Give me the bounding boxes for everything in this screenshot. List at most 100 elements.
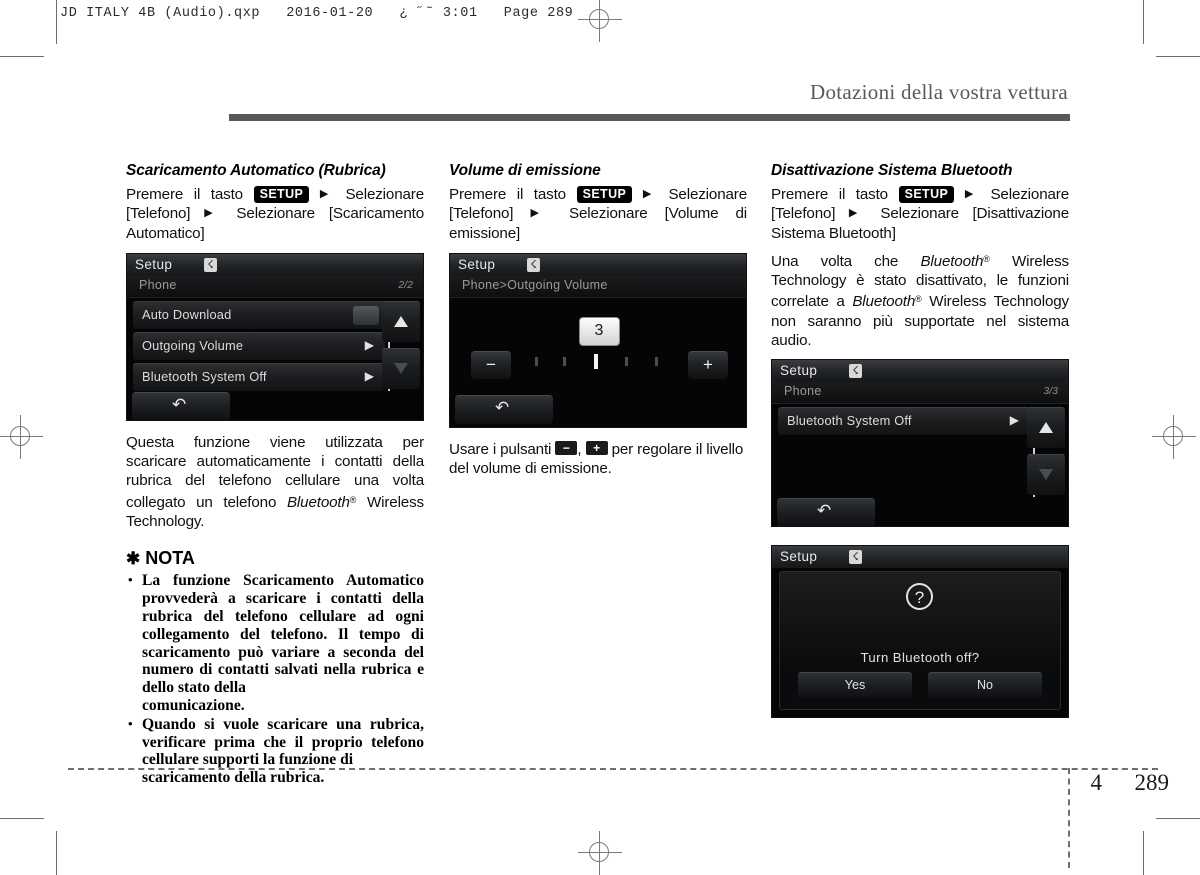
- list-item[interactable]: Bluetooth System Off ▶: [778, 407, 1030, 436]
- header-rule: [125, 114, 1070, 121]
- chevron-right-icon: ▶: [1009, 413, 1019, 428]
- scroll-up-button[interactable]: [1027, 407, 1065, 449]
- steps-pre-text: Premere il tasto: [126, 186, 243, 203]
- steps-pre-text: Premere il tasto: [771, 186, 888, 203]
- volume-tick: [563, 356, 566, 366]
- back-arrow-icon: ↶: [817, 501, 832, 521]
- crop-mark-bottom-left-h: [0, 818, 44, 819]
- back-button[interactable]: ↶: [132, 391, 230, 420]
- dialog-message: Turn Bluetooth off?: [860, 650, 980, 666]
- list-item[interactable]: Auto Download: [133, 300, 385, 329]
- column-right: Disattivazione Sistema Bluetooth Premere…: [771, 162, 1069, 719]
- instruction-steps-right: Premere il tasto SETUP ▶ Selezionare [Te…: [771, 185, 1069, 243]
- page-indicator: 2/2: [398, 278, 413, 291]
- minus-key-icon: −: [555, 440, 578, 455]
- registration-mark-right: [1152, 415, 1196, 459]
- dialog-yes-button[interactable]: Yes: [798, 672, 912, 699]
- breadcrumb: Phone: [784, 384, 822, 399]
- list-item: Quando si vuole scaricare una rubrica, v…: [126, 715, 424, 787]
- page-number: 289: [1134, 770, 1170, 795]
- dialog-no-button[interactable]: No: [928, 672, 1042, 699]
- nota-label: NOTA: [145, 548, 195, 569]
- crop-mark-top-left-h: [0, 56, 44, 57]
- dialog-panel: ? Turn Bluetooth off? Yes No: [779, 571, 1061, 711]
- volume-tick: [655, 356, 658, 366]
- list-item[interactable]: Bluetooth System Off ▶: [133, 362, 385, 391]
- list-item[interactable]: Outgoing Volume ▶: [133, 331, 385, 360]
- caption-separator: ,: [577, 440, 582, 458]
- back-arrow-icon: ↶: [495, 397, 510, 417]
- section-heading-outgoing-volume: Volume di emissione: [449, 162, 601, 179]
- volume-tick: [535, 356, 538, 366]
- registration-mark-left: [0, 415, 43, 459]
- page-indicator: 3/3: [1043, 385, 1058, 398]
- crop-mark-bottom-right-v: [1143, 831, 1144, 875]
- nota-item-text: La funzione Scaricamento Automatico prov…: [142, 572, 424, 697]
- footer-rule: [68, 768, 1158, 770]
- instruction-steps-left: Premere il tasto SETUP ▶ Selezionare [Te…: [126, 185, 424, 243]
- description-auto-download: Questa funzione viene utilizzata per sca…: [126, 433, 424, 531]
- step-arrow-icon: ▶: [964, 188, 980, 200]
- asterisk-icon: ✱: [126, 549, 141, 569]
- back-button[interactable]: ↶: [455, 394, 553, 424]
- caption-volume-buttons: Usare i pulsanti −, + per regolare il li…: [449, 440, 747, 479]
- bluetooth-wordmark-2: Bluetooth: [852, 293, 916, 311]
- list-item-label: Bluetooth System Off: [142, 368, 267, 384]
- bluetooth-wordmark: Bluetooth: [920, 252, 984, 270]
- nota-heading: ✱ NOTA: [126, 548, 424, 569]
- back-button[interactable]: ↶: [777, 498, 875, 527]
- scroll-down-icon: [394, 362, 408, 374]
- instruction-steps-middle: Premere il tasto SETUP ▶ Selezionare [Te…: [449, 185, 747, 243]
- plus-key-icon: +: [585, 440, 608, 455]
- crop-mark-top-right-v: [1143, 0, 1144, 44]
- screen-breadcrumb-bar: Phone 3/3: [772, 382, 1068, 405]
- scroll-down-button[interactable]: [382, 347, 420, 389]
- bluetooth-icon: ☇: [204, 257, 217, 272]
- description-bluetooth-off: Una volta che Bluetooth® Wireless Techno…: [771, 250, 1069, 350]
- column-middle: Volume di emissione Premere il tasto SET…: [449, 162, 747, 485]
- registration-mark-bottom: [578, 831, 622, 875]
- screen-title: Setup: [135, 256, 173, 272]
- section-heading-bluetooth-off: Disattivazione Sistema Bluetooth: [771, 162, 1013, 179]
- bluetooth-icon: ☇: [849, 550, 862, 565]
- back-arrow-icon: ↶: [172, 394, 187, 414]
- bluetooth-wordmark: Bluetooth: [286, 493, 350, 511]
- setup-key-badge: SETUP: [253, 186, 310, 203]
- bluetooth-icon: ☇: [849, 364, 862, 379]
- page-title: Dotazioni della vostra vettura: [810, 80, 1068, 104]
- screen-title: Setup: [780, 363, 818, 379]
- registered-symbol: ®: [983, 253, 990, 264]
- step-arrow-icon-2: ▶: [848, 207, 867, 220]
- setup-key-badge: SETUP: [898, 186, 955, 203]
- scroll-down-button[interactable]: [1027, 454, 1065, 496]
- list-item-label: Bluetooth System Off: [787, 413, 912, 429]
- device-screenshot-outgoing-volume: Setup ☇ Phone>Outgoing Volume 3 − + ↶: [449, 252, 747, 428]
- nota-list: La funzione Scaricamento Automatico prov…: [126, 571, 424, 787]
- nota-item-tail: scaricamento della rubrica.: [142, 769, 325, 787]
- prepress-slug-line: JD ITALY 4B (Audio).qxp 2016-01-20 ¿ ˝˜ …: [60, 6, 574, 21]
- crop-mark-top-left-v: [56, 0, 57, 44]
- step-arrow-icon: ▶: [319, 188, 335, 200]
- step-arrow-icon-2: ▶: [204, 207, 223, 220]
- setup-key-badge: SETUP: [576, 186, 633, 203]
- nota-item-tail: comunicazione.: [142, 696, 245, 714]
- chevron-right-icon: ▶: [364, 368, 374, 383]
- crop-mark-top-right-h: [1156, 56, 1200, 57]
- list-item-label: Outgoing Volume: [142, 337, 244, 353]
- steps-pre-text: Premere il tasto: [449, 186, 566, 203]
- auto-download-toggle[interactable]: [353, 305, 379, 325]
- question-mark-icon: ?: [906, 583, 933, 611]
- scroll-up-icon: [1039, 422, 1053, 434]
- step-arrow-icon-2: ▶: [530, 207, 552, 220]
- chapter-number: 4: [1090, 770, 1103, 795]
- scroll-up-button[interactable]: [382, 300, 420, 342]
- crop-mark-bottom-left-v: [56, 831, 57, 875]
- scroll-down-icon: [1039, 469, 1053, 481]
- footer-divider: [1068, 768, 1070, 868]
- step-arrow-icon: ▶: [642, 188, 658, 200]
- caption-pre-text: Usare i pulsanti: [449, 440, 552, 458]
- description-text-a: Una volta che: [771, 252, 899, 270]
- section-heading-auto-download: Scaricamento Automatico (Rubrica): [126, 162, 386, 179]
- nota-item-text: Quando si vuole scaricare una rubrica, v…: [142, 715, 424, 769]
- volume-tick-active: [594, 353, 598, 369]
